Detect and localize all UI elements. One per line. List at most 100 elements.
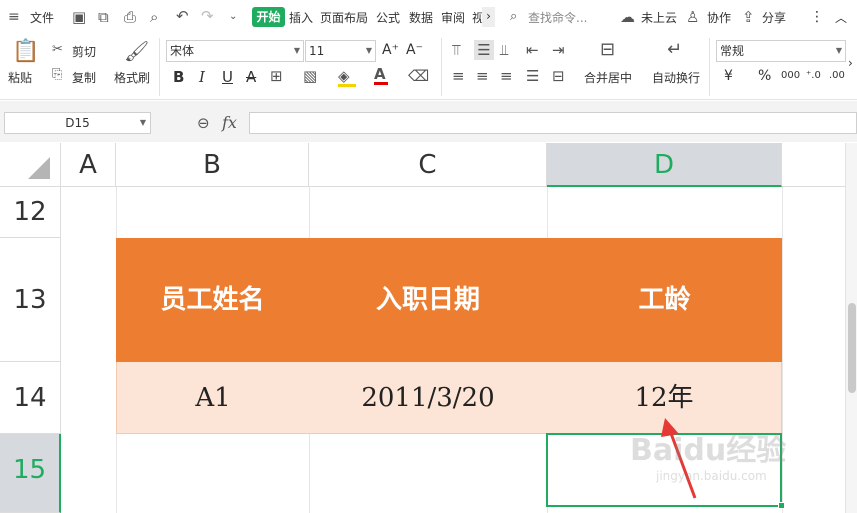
wrap-text-button[interactable]: 自动换行 <box>652 69 700 86</box>
watermark-url: jingyan.baidu.com <box>656 469 767 483</box>
column-header-a[interactable]: A <box>61 143 116 187</box>
percent-button[interactable]: % <box>758 68 771 84</box>
strikethrough-button[interactable]: A <box>246 68 256 86</box>
paste-button[interactable]: 粘贴 <box>8 69 32 86</box>
copy-icon: ⎘ <box>52 67 63 82</box>
tabs-more-button[interactable]: › <box>482 7 495 27</box>
divider <box>441 38 442 96</box>
fill-color-icon[interactable]: ◈ <box>338 68 356 87</box>
tab-formulas[interactable]: 公式 <box>376 9 400 26</box>
column-header-d[interactable]: D <box>547 143 782 187</box>
tab-home[interactable]: 开始 <box>252 7 285 27</box>
hamburger-icon[interactable]: ≡ <box>8 9 20 25</box>
font-size-select[interactable]: 11 ▼ <box>305 40 376 62</box>
align-center-icon[interactable]: ≡ <box>476 68 489 84</box>
search-icon: ⌕ <box>510 9 518 24</box>
redo-icon[interactable]: ↷ <box>201 8 214 24</box>
grow-font-button[interactable]: A⁺ <box>382 42 399 58</box>
name-box[interactable]: D15 ▼ <box>4 112 151 134</box>
merge-center-button[interactable]: 合并居中 <box>584 69 632 86</box>
merge-cells-icon[interactable]: ⊟ <box>600 41 615 59</box>
decrease-decimal-button[interactable]: .00 <box>829 70 845 81</box>
row-header-14[interactable]: 14 <box>0 362 61 434</box>
cloud-status[interactable]: 未上云 <box>641 9 677 26</box>
row-header-13[interactable]: 13 <box>0 238 61 362</box>
format-painter-icon[interactable]: 🖌 <box>124 40 149 62</box>
cut-button[interactable]: 剪切 <box>72 43 96 60</box>
align-left-icon[interactable]: ≡ <box>452 68 465 84</box>
command-search[interactable]: 查找命令... <box>528 9 587 26</box>
formula-input[interactable] <box>249 112 857 134</box>
distribute-icon[interactable]: ⊟ <box>552 68 565 84</box>
align-right-icon[interactable]: ≡ <box>500 68 513 84</box>
align-middle-icon[interactable]: ☰ <box>474 40 494 60</box>
chevron-down-icon: ▼ <box>365 46 372 55</box>
share-icon: ⇪ <box>742 8 755 26</box>
ribbon-gap <box>0 101 857 109</box>
header-cell-name[interactable]: 员工姓名 <box>116 238 309 362</box>
fill-handle[interactable] <box>778 502 785 509</box>
cloud-icon: ☁ <box>620 8 635 26</box>
ribbon-scroll-right-icon[interactable]: › <box>848 56 853 70</box>
header-cell-hire-date[interactable]: 入职日期 <box>309 238 547 362</box>
borders-icon[interactable]: ⊞ <box>270 68 283 84</box>
export-icon[interactable]: ⧉ <box>98 9 109 25</box>
preview-icon[interactable]: ⌕ <box>150 9 158 25</box>
divider <box>709 38 710 96</box>
header-cell-seniority[interactable]: 工龄 <box>547 238 782 362</box>
collab-button[interactable]: 协作 <box>707 9 731 26</box>
cell-c14[interactable]: 2011/3/20 <box>309 362 547 434</box>
share-button[interactable]: 分享 <box>762 9 786 26</box>
align-top-icon[interactable]: ⫪ <box>452 42 460 58</box>
collapse-ribbon-icon[interactable]: ︿ <box>835 9 847 26</box>
column-header-c[interactable]: C <box>309 143 547 187</box>
vertical-scrollbar[interactable] <box>845 143 857 513</box>
file-menu[interactable]: 文件 <box>30 9 54 26</box>
more-options-icon[interactable]: ⋮ <box>810 9 824 25</box>
scissors-icon: ✂ <box>52 42 63 57</box>
print-icon[interactable]: ⎙ <box>124 9 136 25</box>
scrollbar-thumb[interactable] <box>848 303 856 393</box>
font-color-icon[interactable]: A <box>374 66 388 85</box>
corner-triangle-icon <box>28 157 50 179</box>
tab-data[interactable]: 数据 <box>409 9 433 26</box>
divider <box>159 38 160 96</box>
fx-icon[interactable]: fx <box>222 113 237 132</box>
shrink-font-button[interactable]: A⁻ <box>406 42 423 58</box>
watermark-brand: Baidu经验 <box>630 433 787 468</box>
indent-icon[interactable]: ⇥ <box>552 42 565 58</box>
clear-format-icon[interactable]: ⌫ <box>408 68 429 84</box>
thousands-button[interactable]: 000 <box>781 70 800 81</box>
row-header-15[interactable]: 15 <box>0 434 61 513</box>
select-all-corner[interactable] <box>0 143 61 187</box>
align-bottom-icon[interactable]: ⫫ <box>500 42 508 58</box>
chevron-down-icon: ▼ <box>139 118 146 127</box>
format-painter-button[interactable]: 格式刷 <box>114 69 150 86</box>
currency-button[interactable]: ¥ <box>724 68 733 84</box>
undo-icon[interactable]: ↶ <box>176 8 189 24</box>
font-name-select[interactable]: 宋体 ▼ <box>166 40 304 62</box>
justify-icon[interactable]: ☰ <box>526 68 539 84</box>
paste-icon[interactable]: 📋 <box>12 40 39 64</box>
column-header-b[interactable]: B <box>116 143 309 187</box>
cell-b14[interactable]: A1 <box>116 362 309 434</box>
copy-button[interactable]: 复制 <box>72 69 96 86</box>
ribbon: 📋 粘贴 ✂ 剪切 ⎘ 复制 🖌 格式刷 宋体 ▼ 11 ▼ A⁺ A⁻ B I U… <box>0 34 857 100</box>
tab-insert[interactable]: 插入 <box>289 9 313 26</box>
bold-button[interactable]: B <box>173 68 184 86</box>
column-header-e[interactable] <box>782 143 845 187</box>
zoom-icon[interactable]: ⊖ <box>197 114 210 132</box>
chevron-down-icon: ▼ <box>293 46 300 55</box>
increase-decimal-button[interactable]: ⁺.0 <box>806 70 821 81</box>
chevron-down-icon[interactable]: ⌄ <box>229 9 237 25</box>
outdent-icon[interactable]: ⇤ <box>526 42 539 58</box>
number-format-select[interactable]: 常规 ▼ <box>716 40 846 62</box>
italic-button[interactable]: I <box>199 68 205 86</box>
tab-page-layout[interactable]: 页面布局 <box>320 9 368 26</box>
wrap-text-icon[interactable]: ↵ <box>667 41 682 59</box>
save-icon[interactable]: ▣ <box>72 9 86 25</box>
tab-review[interactable]: 审阅 <box>441 9 465 26</box>
row-header-12[interactable]: 12 <box>0 187 61 238</box>
fill-pattern-icon[interactable]: ▧ <box>303 68 317 84</box>
underline-button[interactable]: U <box>222 68 233 86</box>
